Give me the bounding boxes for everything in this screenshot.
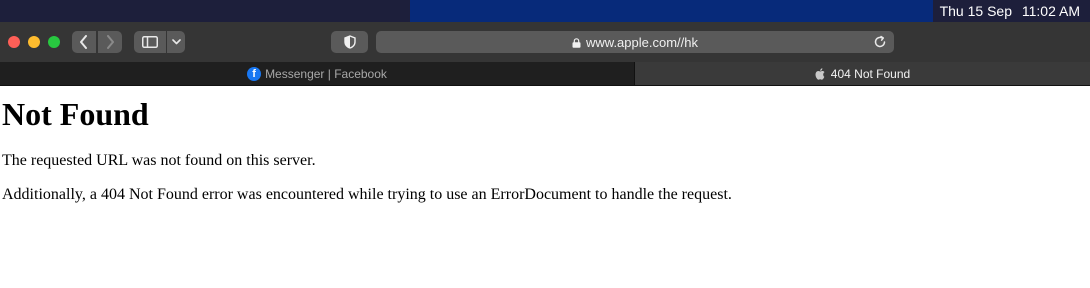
menu-bar-clock[interactable]: Thu 15 Sep 11:02 AM	[934, 0, 1080, 22]
tab-bar: f Messenger | Facebook 404 Not Found	[0, 62, 1090, 86]
clock-time: 11:02 AM	[1021, 3, 1080, 19]
tab-label: Messenger | Facebook	[265, 66, 387, 81]
address-text: www.apple.com//hk	[586, 34, 698, 50]
chevron-right-icon	[107, 35, 114, 49]
browser-toolbar: www.apple.com//hk	[0, 22, 1090, 63]
clock-date: Thu 15 Sep	[939, 3, 1012, 19]
chevron-down-icon	[171, 39, 181, 45]
tab-404-not-found[interactable]: 404 Not Found	[635, 62, 1090, 85]
page-title: Not Found	[2, 96, 149, 132]
menu-bar-highlight	[410, 0, 933, 22]
page-content: Not Found The requested URL was not foun…	[2, 86, 1090, 203]
apple-icon	[815, 67, 825, 80]
privacy-report-button[interactable]	[331, 31, 368, 53]
facebook-icon: f	[247, 66, 262, 81]
reload-icon[interactable]	[872, 34, 888, 50]
lock-icon	[572, 38, 581, 48]
address-bar[interactable]: www.apple.com//hk	[376, 31, 894, 53]
chevron-left-icon	[80, 35, 87, 49]
error-message: The requested URL was not found on this …	[2, 152, 316, 169]
forward-button[interactable]	[98, 31, 122, 53]
tab-messenger[interactable]: f Messenger | Facebook	[0, 62, 635, 85]
back-button[interactable]	[72, 31, 96, 53]
address-field[interactable]: www.apple.com//hk	[376, 31, 894, 53]
close-window-button[interactable]	[8, 36, 20, 48]
minimize-window-button[interactable]	[28, 36, 40, 48]
menu-bar: Thu 15 Sep 11:02 AM	[0, 0, 1090, 22]
shield-icon	[343, 35, 356, 49]
zoom-window-button[interactable]	[48, 36, 60, 48]
tab-label: 404 Not Found	[830, 66, 911, 81]
sidebar-icon	[142, 36, 158, 48]
sidebar-menu-button[interactable]	[167, 31, 185, 53]
sidebar-toggle-button[interactable]	[134, 31, 166, 53]
error-details: Additionally, a 404 Not Found error was …	[2, 186, 732, 203]
